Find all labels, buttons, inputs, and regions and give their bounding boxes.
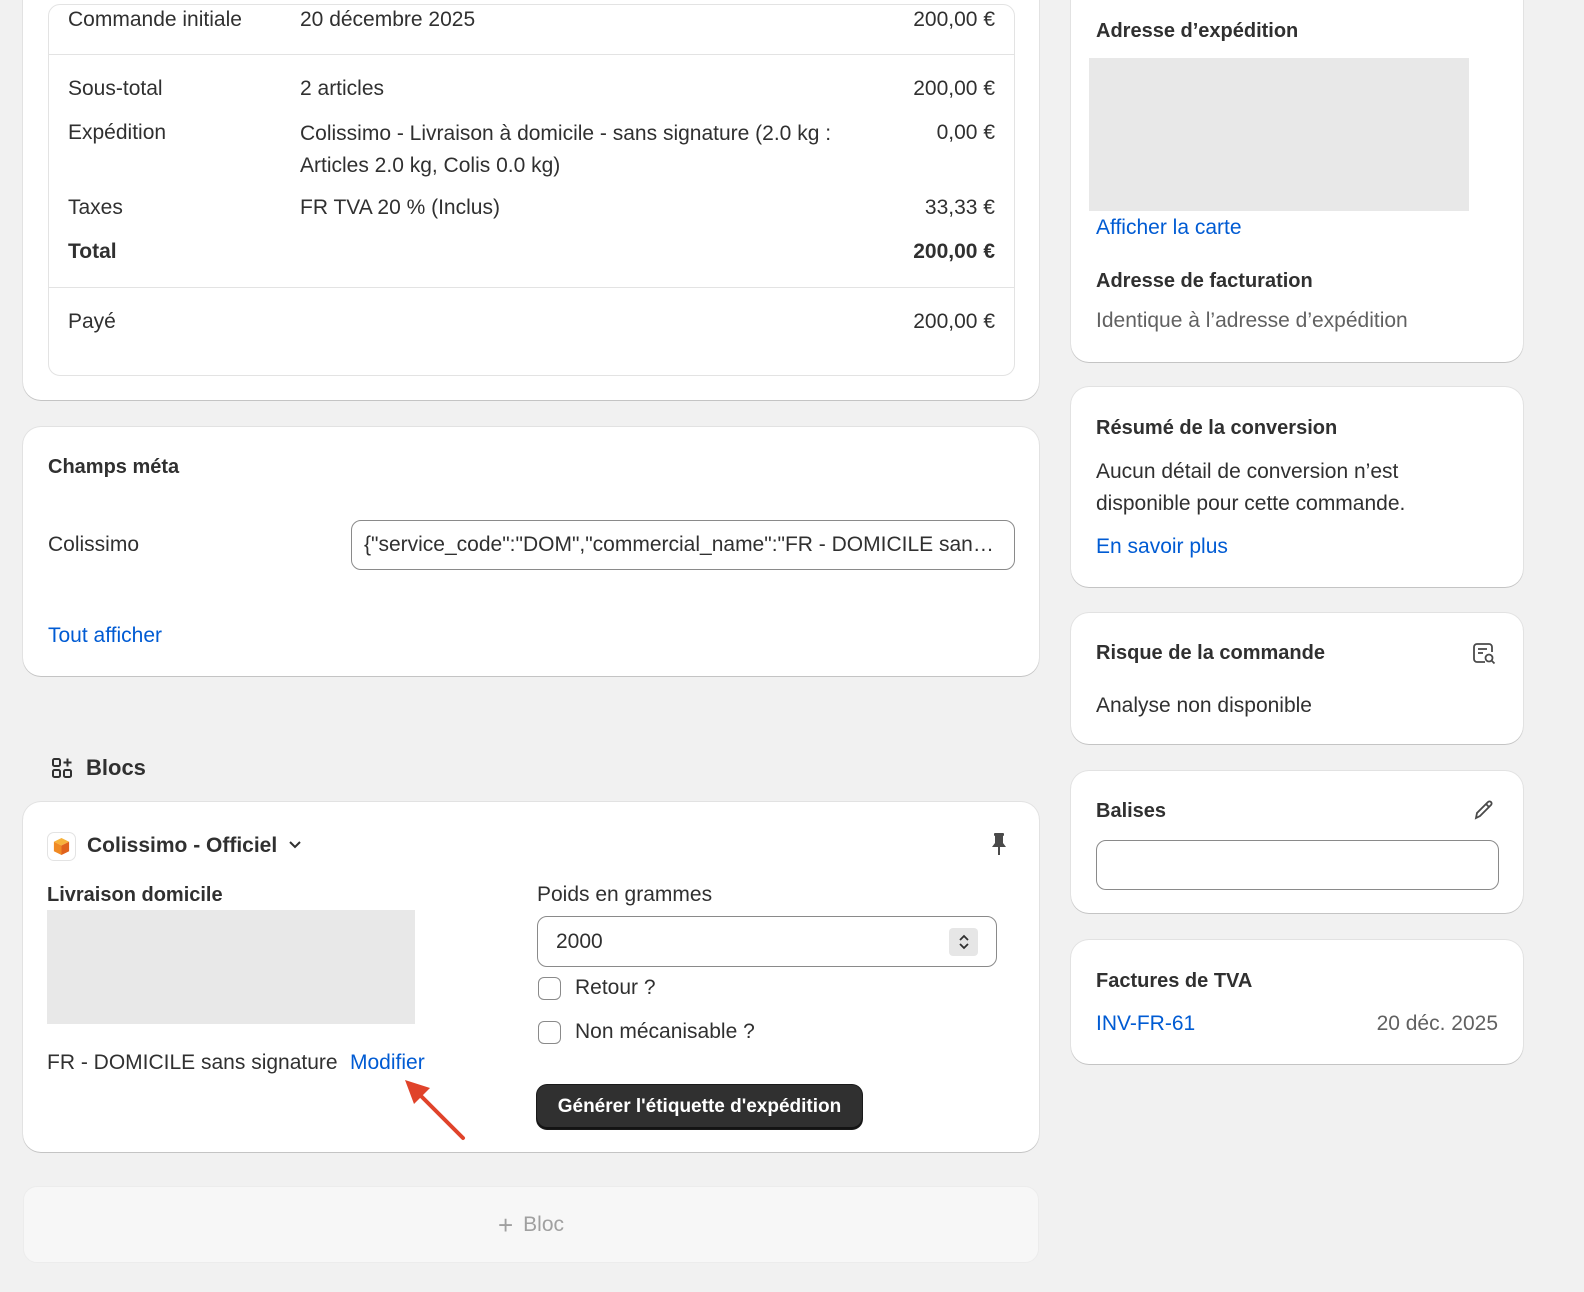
- divider: [49, 54, 1014, 55]
- address-card: Adresse d’expédition Afficher la carte A…: [1071, 0, 1523, 362]
- annotation-arrow-icon: [405, 1080, 465, 1140]
- chevron-down-icon: [287, 832, 303, 860]
- blocks-grid-icon: [50, 756, 74, 780]
- app-name: Colissimo - Officiel: [87, 834, 278, 857]
- weight-label: Poids en grammes: [537, 883, 713, 906]
- billing-address-title: Adresse de facturation: [1096, 270, 1313, 292]
- billing-address-value: Identique à l’adresse d’expédition: [1096, 309, 1408, 332]
- divider: [49, 287, 1014, 288]
- order-summary-card: Commande initiale 20 décembre 2025 200,0…: [23, 0, 1039, 400]
- metafields-title: Champs méta: [48, 456, 180, 478]
- blocs-header: Blocs: [50, 752, 146, 784]
- shipping-label: Expédition: [68, 121, 167, 144]
- blocs-title: Blocs: [86, 755, 146, 780]
- colissimo-app-icon: [47, 832, 76, 861]
- initial-order-amount: 200,00 €: [913, 8, 995, 31]
- metafield-colissimo-input[interactable]: {"service_code":"DOM","commercial_name":…: [351, 520, 1015, 570]
- learn-more-link[interactable]: En savoir plus: [1096, 532, 1228, 562]
- tags-card: Balises: [1071, 771, 1523, 913]
- non-mechanizable-label: Non mécanisable ?: [575, 1020, 755, 1043]
- metafields-card: Champs méta Colissimo {"service_code":"D…: [23, 427, 1039, 676]
- weight-value: 2000: [556, 930, 603, 953]
- show-map-link[interactable]: Afficher la carte: [1096, 213, 1242, 243]
- order-summary-table: Commande initiale 20 décembre 2025 200,0…: [48, 4, 1015, 376]
- invoice-date: 20 déc. 2025: [1376, 1012, 1498, 1035]
- invoice-link[interactable]: INV-FR-61: [1096, 1009, 1195, 1039]
- shipping-amount: 0,00 €: [936, 121, 995, 144]
- paid-amount: 200,00 €: [913, 310, 995, 333]
- tags-title: Balises: [1096, 800, 1167, 822]
- non-mechanizable-checkbox[interactable]: [538, 1021, 561, 1044]
- risk-analysis-icon[interactable]: [1471, 641, 1497, 672]
- metafield-label: Colissimo: [48, 533, 140, 556]
- vat-invoices-card: Factures de TVA INV-FR-61 20 déc. 2025: [1071, 940, 1523, 1064]
- show-all-link[interactable]: Tout afficher: [48, 621, 162, 651]
- colissimo-block-card: Colissimo - Officiel Livraison domicile …: [23, 802, 1039, 1152]
- pin-icon[interactable]: [988, 832, 1010, 861]
- vat-title: Factures de TVA: [1096, 970, 1253, 992]
- weight-input[interactable]: 2000: [537, 916, 997, 967]
- shipping-description: Colissimo - Livraison à domicile - sans …: [300, 122, 832, 177]
- delivery-label: Livraison domicile: [47, 884, 223, 906]
- initial-order-date: 20 décembre 2025: [300, 8, 476, 31]
- map-placeholder: [1089, 58, 1469, 211]
- subtotal-label: Sous-total: [68, 77, 163, 100]
- total-label: Total: [68, 240, 117, 263]
- return-label: Retour ?: [575, 976, 656, 999]
- plus-icon: +: [497, 1209, 514, 1240]
- taxes-description: FR TVA 20 % (Inclus): [300, 196, 500, 219]
- return-checkbox[interactable]: [538, 977, 561, 1000]
- stepper-icon[interactable]: [949, 928, 978, 956]
- service-name: FR - DOMICILE sans signature: [47, 1051, 338, 1074]
- add-bloc-label: Bloc: [523, 1212, 565, 1236]
- total-amount: 200,00 €: [913, 240, 995, 263]
- conversion-text: Aucun détail de conversion n’est disponi…: [1096, 460, 1406, 515]
- order-risk-card: Risque de la commande Analyse non dispon…: [1071, 613, 1523, 744]
- generate-label-button[interactable]: Générer l'étiquette d'expédition: [537, 1085, 862, 1129]
- taxes-label: Taxes: [68, 196, 123, 219]
- risk-title: Risque de la commande: [1096, 642, 1325, 664]
- subtotal-items: 2 articles: [300, 77, 385, 100]
- subtotal-amount: 200,00 €: [913, 77, 995, 100]
- delivery-image-placeholder: [47, 910, 415, 1024]
- taxes-amount: 33,33 €: [924, 196, 995, 219]
- pencil-icon[interactable]: [1472, 798, 1496, 827]
- conversion-title: Résumé de la conversion: [1096, 417, 1338, 439]
- paid-label: Payé: [68, 310, 116, 333]
- risk-text: Analyse non disponible: [1096, 694, 1312, 717]
- shipping-address-title: Adresse d’expédition: [1096, 20, 1299, 42]
- tags-input[interactable]: [1096, 840, 1499, 890]
- app-selector[interactable]: Colissimo - Officiel: [87, 832, 303, 860]
- add-bloc-button[interactable]: + Bloc: [23, 1186, 1039, 1263]
- conversion-summary-card: Résumé de la conversion Aucun détail de …: [1071, 387, 1523, 587]
- initial-order-label: Commande initiale: [68, 8, 242, 31]
